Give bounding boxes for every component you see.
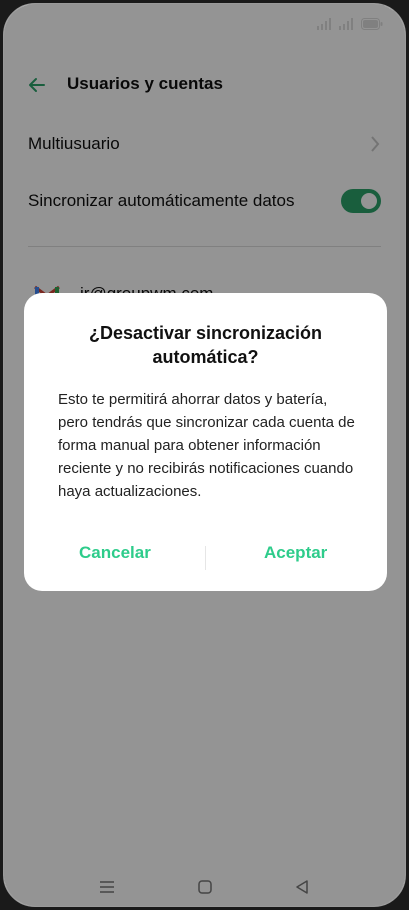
- confirm-dialog: ¿Desactivar sincronización automática? E…: [24, 293, 387, 591]
- button-separator: [205, 546, 206, 570]
- screen-frame: 10:00 Usuarios y cuentas Multiusuario Si…: [3, 3, 406, 907]
- dialog-title: ¿Desactivar sincronización automática?: [88, 323, 323, 367]
- phone-screen: 10:00 Usuarios y cuentas Multiusuario Si…: [0, 0, 409, 910]
- accept-button[interactable]: Aceptar: [264, 543, 327, 563]
- cancel-button[interactable]: Cancelar: [79, 543, 151, 563]
- dialog-message: Esto te permitirá ahorrar datos y baterí…: [58, 391, 355, 500]
